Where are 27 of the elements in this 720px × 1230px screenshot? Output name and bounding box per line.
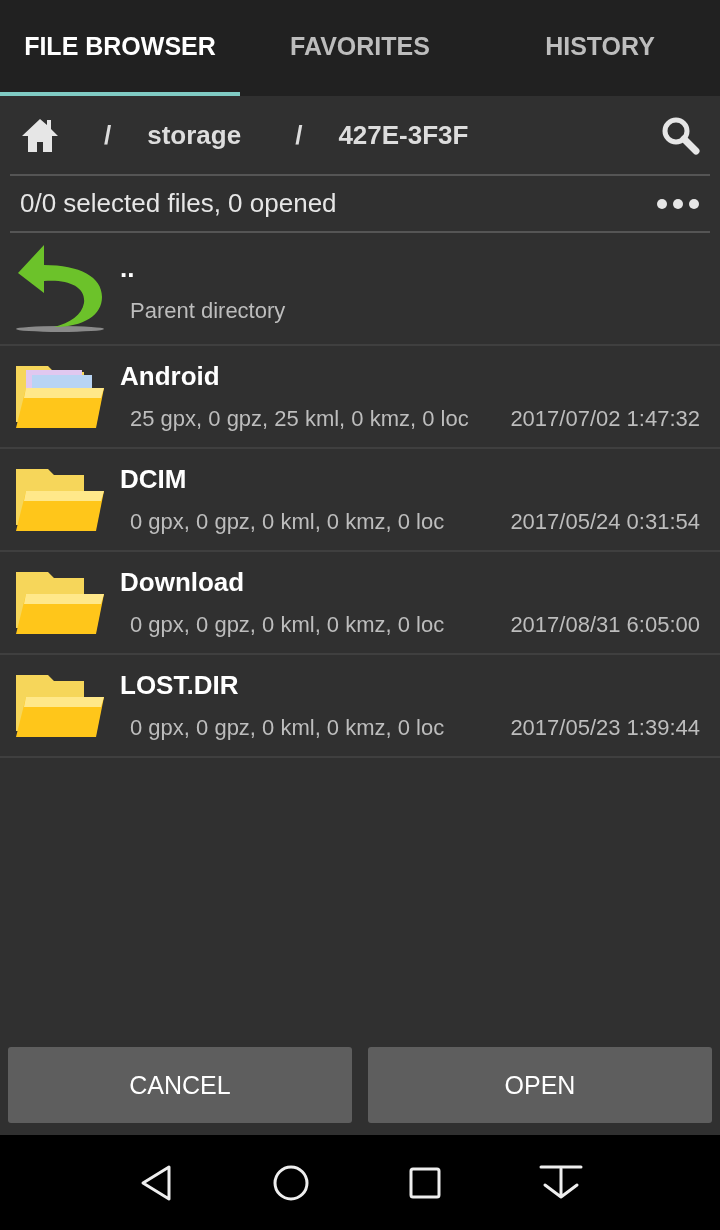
cancel-button[interactable]: CANCEL xyxy=(8,1047,352,1123)
path-separator: / xyxy=(295,119,303,151)
tab[interactable]: FAVORITES xyxy=(240,0,480,96)
entry-date: 2017/05/23 1:39:44 xyxy=(510,715,700,741)
path-segment[interactable]: storage xyxy=(147,119,242,151)
entry-detail: 0 gpx, 0 gpz, 0 kml, 0 kmz, 0 loc xyxy=(130,715,445,741)
tab[interactable]: HISTORY xyxy=(480,0,720,96)
path-segment[interactable]: 427E-3F3F xyxy=(338,119,469,151)
home-icon[interactable] xyxy=(20,117,60,153)
entry-date: 2017/05/24 0:31:54 xyxy=(510,509,700,535)
path-separator: / xyxy=(104,119,112,151)
entry-date: 2017/07/02 1:47:32 xyxy=(510,406,700,432)
entry-detail: Parent directory xyxy=(130,298,286,324)
open-button[interactable]: OPEN xyxy=(368,1047,712,1123)
entry-date: 2017/08/31 6:05:00 xyxy=(510,612,700,638)
entry-name[interactable]: .. xyxy=(120,253,720,284)
selection-status: 0/0 selected files, 0 opened xyxy=(20,188,337,219)
entry-name[interactable]: LOST.DIR xyxy=(120,670,720,701)
entry-name[interactable]: Android xyxy=(120,361,720,392)
entry-detail: 25 gpx, 0 gpz, 25 kml, 0 kmz, 0 loc xyxy=(130,406,469,432)
entry-detail: 0 gpx, 0 gpz, 0 kml, 0 kmz, 0 loc xyxy=(130,509,445,535)
search-icon[interactable] xyxy=(660,115,700,155)
more-icon[interactable] xyxy=(656,197,700,210)
entry-detail: 0 gpx, 0 gpz, 0 kml, 0 kmz, 0 loc xyxy=(130,612,445,638)
tab[interactable]: FILE BROWSER xyxy=(0,0,240,96)
entry-name[interactable]: DCIM xyxy=(120,464,720,495)
entry-name[interactable]: Download xyxy=(120,567,720,598)
